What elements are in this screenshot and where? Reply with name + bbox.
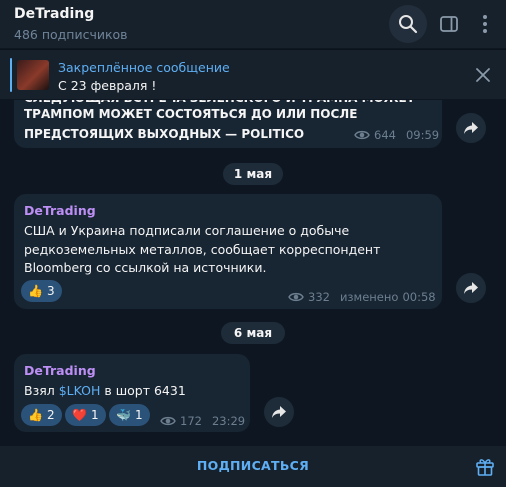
sidebar-panel-icon [440, 16, 458, 32]
message-meta: 332 изменено 00:58 [288, 290, 436, 304]
message-time: 09:59 [405, 128, 440, 142]
message-author[interactable]: DeTrading [24, 363, 96, 378]
whale-icon: 🐳 [116, 408, 131, 422]
message-text-part: Взял [24, 383, 59, 398]
message-meta: 644 09:59 [354, 128, 439, 142]
message-text: США и Украина подписали соглашение о доб… [24, 223, 381, 275]
share-icon [272, 406, 286, 418]
reaction-count: 3 [46, 284, 55, 298]
gift-icon[interactable] [474, 455, 496, 477]
thumbs-up-icon: 👍 [28, 284, 43, 298]
subscribe-button[interactable]: ПОДПИСАТЬСЯ [0, 458, 506, 473]
reaction-count: 1 [90, 408, 99, 422]
message-bubble[interactable]: DeTrading США и Украина подписали соглаш… [14, 194, 442, 309]
share-icon [464, 282, 478, 294]
channel-title[interactable]: DeTrading [14, 6, 94, 22]
cashtag-link[interactable]: $LKOH [59, 383, 101, 398]
pinned-accent-bar [10, 58, 12, 92]
thumbs-up-icon: 👍 [28, 408, 43, 422]
eye-icon [354, 130, 370, 140]
reaction-count: 2 [46, 408, 55, 422]
more-vert-icon [483, 15, 487, 33]
reaction-count: 1 [134, 408, 143, 422]
edited-label: изменено [339, 290, 399, 304]
reaction-chip[interactable]: 👍 3 [21, 280, 62, 302]
eye-icon [288, 292, 304, 302]
message-bubble[interactable]: DeTrading Взял $LKOH в шорт 6431 👍 2 ❤️ … [14, 354, 250, 432]
reaction-chip[interactable]: 🐳 1 [109, 404, 150, 426]
share-button[interactable] [264, 397, 294, 427]
view-count: 332 [308, 290, 330, 304]
search-icon [399, 15, 418, 34]
message-text-part: в шорт 6431 [100, 383, 186, 398]
footer-bar: ПОДПИСАТЬСЯ [0, 446, 506, 487]
message-time: 00:58 [402, 290, 436, 304]
message-author[interactable]: DeTrading [24, 203, 96, 218]
message-time: 23:29 [211, 414, 246, 428]
date-separator: 6 мая [221, 322, 285, 344]
pinned-text: С 23 февраля ! [58, 78, 157, 93]
pinned-message[interactable]: Закреплённое сообщение С 23 февраля ! [0, 49, 506, 99]
date-separator: 1 мая [223, 163, 283, 185]
share-button[interactable] [456, 113, 486, 143]
close-icon[interactable] [474, 66, 492, 84]
share-button[interactable] [456, 273, 486, 303]
chat-header[interactable]: DeTrading 486 подписчиков [0, 0, 506, 48]
reaction-chip[interactable]: ❤️ 1 [65, 404, 106, 426]
reaction-chip[interactable]: 👍 2 [21, 404, 62, 426]
subscriber-count: 486 подписчиков [14, 27, 128, 42]
pinned-title: Закреплённое сообщение [58, 60, 230, 75]
search-button[interactable] [389, 5, 427, 43]
share-icon [464, 122, 478, 134]
view-count: 644 [374, 128, 396, 142]
message-text: Взял $LKOH в шорт 6431 [24, 382, 186, 401]
more-button[interactable] [466, 5, 504, 43]
eye-icon [160, 416, 176, 426]
view-count: 172 [180, 414, 202, 428]
message-meta: 172 23:29 [160, 414, 245, 428]
heart-icon: ❤️ [72, 408, 87, 422]
pinned-thumbnail [17, 60, 49, 90]
message-list[interactable]: СЛЕДУЮЩАЯ ВСТРЕЧА ЗЕЛЕНСКОГО И ТРАМПА МО… [0, 100, 506, 438]
side-panel-button[interactable] [430, 5, 468, 43]
message-bubble[interactable]: СЛЕДУЮЩАЯ ВСТРЕЧА ЗЕЛЕНСКОГО И ТРАМПА МО… [14, 100, 442, 148]
